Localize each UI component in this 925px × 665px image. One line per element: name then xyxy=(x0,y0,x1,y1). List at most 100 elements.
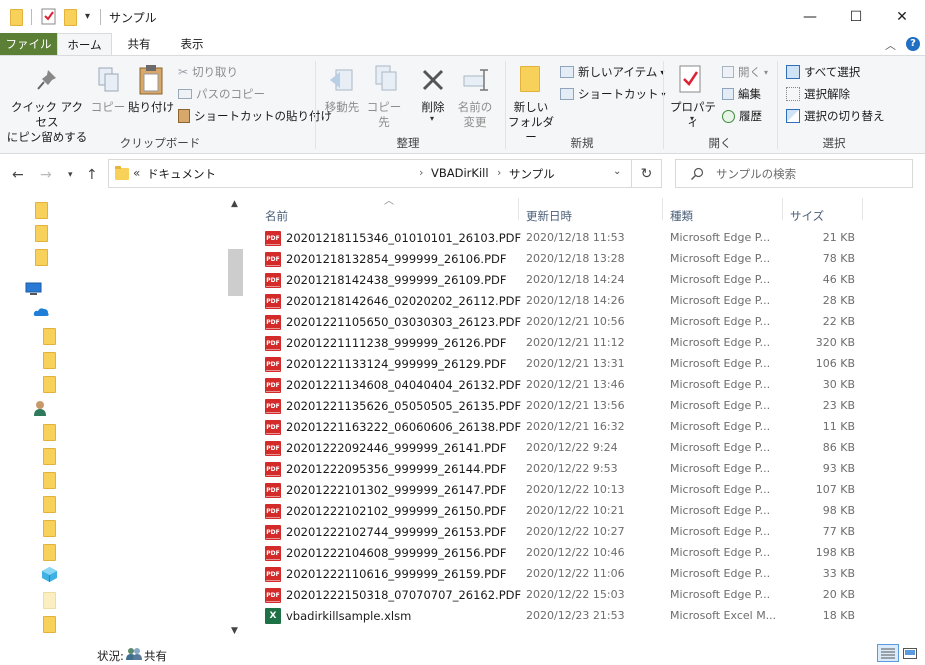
table-row[interactable]: PDF 20201222101302_999999_26147.PDF 2020/1… xyxy=(265,480,865,501)
folder-icon[interactable] xyxy=(43,376,56,396)
recent-locations-icon[interactable]: ▾ xyxy=(68,170,73,180)
pin-quick-access-button[interactable]: クイック アクセス にピン留めする xyxy=(6,100,88,145)
table-row[interactable]: PDF 20201221111238_999999_26126.PDF 2020/1… xyxy=(265,333,865,354)
onedrive-icon[interactable] xyxy=(33,306,50,320)
table-row[interactable]: PDF 20201222092446_999999_26141.PDF 2020/1… xyxy=(265,438,865,459)
delete-dropdown-icon[interactable]: ▾ xyxy=(430,114,434,123)
tab-file[interactable]: ファイル xyxy=(0,33,57,55)
new-item-button[interactable]: 新しいアイテム▾ xyxy=(560,64,664,80)
move-to-button[interactable]: 移動先 xyxy=(320,100,364,115)
column-header-type[interactable]: 種類 xyxy=(670,208,693,224)
folder-icon[interactable] xyxy=(43,448,56,468)
address-bar[interactable]: « ドキュメント › › VBADirKill › サンプル ⌄ xyxy=(108,159,632,188)
this-pc-icon[interactable] xyxy=(25,282,42,299)
tab-share[interactable]: 共有 xyxy=(117,33,161,55)
tab-view[interactable]: 表示 xyxy=(170,33,214,55)
folder-icon[interactable] xyxy=(43,496,56,516)
table-row[interactable]: PDF 20201221135626_05050505_26135.PDF 2020… xyxy=(265,396,865,417)
breadcrumb-separator-icon[interactable]: › xyxy=(497,166,501,179)
folder-icon[interactable] xyxy=(43,616,56,636)
breadcrumb-vbadirkill[interactable]: VBADirKill xyxy=(431,166,489,180)
table-row[interactable]: PDF 20201221133124_999999_26129.PDF 2020/1… xyxy=(265,354,865,375)
search-input[interactable] xyxy=(716,160,906,187)
column-divider[interactable] xyxy=(862,198,863,220)
forward-arrow-icon[interactable]: → xyxy=(40,167,52,183)
breadcrumb-separator-icon[interactable]: › xyxy=(207,166,211,179)
table-row[interactable]: PDF 20201218115346_01010101_26103.PDF 2020… xyxy=(265,228,865,249)
properties-dropdown-icon[interactable]: ▾ xyxy=(690,114,694,123)
open-button[interactable]: 開く ▾ xyxy=(722,64,768,80)
tab-home[interactable]: ホーム xyxy=(57,33,112,55)
maximize-button[interactable]: ☐ xyxy=(833,0,879,33)
scrollbar-thumb[interactable] xyxy=(228,249,243,296)
scroll-up-icon[interactable]: ▲ xyxy=(231,199,238,209)
breadcrumb-current[interactable]: サンプル xyxy=(509,166,555,182)
table-row[interactable]: Xvbadirkillsample.xlsm 2020/12/23 21:53 Mi… xyxy=(265,606,865,627)
table-row[interactable]: PDF 20201221105650_03030303_26123.PDF 2020… xyxy=(265,312,865,333)
column-header-size[interactable]: サイズ xyxy=(790,208,824,224)
copy-to-button[interactable]: コピー先 xyxy=(362,100,406,130)
copy-path-button[interactable]: パスのコピー xyxy=(178,86,265,102)
column-divider[interactable] xyxy=(518,198,519,220)
cut-button[interactable]: ✂ 切り取り xyxy=(178,64,238,80)
new-folder-quick-icon[interactable] xyxy=(64,9,77,29)
user-icon[interactable] xyxy=(33,400,47,419)
folder-icon[interactable] xyxy=(43,520,56,540)
folder-icon[interactable] xyxy=(43,424,56,444)
table-row[interactable]: PDF 20201221134608_04040404_26132.PDF 2020… xyxy=(265,375,865,396)
copy-button[interactable]: コピー xyxy=(88,100,128,115)
delete-button[interactable]: 削除 xyxy=(413,100,453,115)
3d-objects-icon[interactable] xyxy=(41,566,58,586)
edit-button[interactable]: 編集 xyxy=(722,86,761,102)
paste-shortcut-button[interactable]: ショートカットの貼り付け xyxy=(178,108,332,124)
easy-access-button[interactable]: ショートカット▾ xyxy=(560,86,666,102)
table-row[interactable]: PDF 20201221163222_06060606_26138.PDF 2020… xyxy=(265,417,865,438)
collapse-ribbon-icon[interactable]: ︿ xyxy=(885,37,896,53)
new-folder-button[interactable]: 新しい フォルダー xyxy=(505,100,557,145)
table-row[interactable]: PDF 20201222095356_999999_26144.PDF 2020/1… xyxy=(265,459,865,480)
back-arrow-icon[interactable]: ← xyxy=(12,167,24,183)
table-row[interactable]: PDF 20201222102744_999999_26153.PDF 2020/1… xyxy=(265,522,865,543)
properties-quick-icon[interactable] xyxy=(41,8,57,28)
close-button[interactable]: ✕ xyxy=(879,0,925,33)
column-divider[interactable] xyxy=(662,198,663,220)
table-row[interactable]: PDF 20201218132854_999999_26106.PDF 2020/1… xyxy=(265,249,865,270)
column-header-date[interactable]: 更新日時 xyxy=(526,208,572,224)
column-header-name[interactable]: 名前 xyxy=(265,208,288,224)
scroll-down-icon[interactable]: ▼ xyxy=(231,626,238,636)
folder-icon[interactable] xyxy=(35,225,48,245)
address-dropdown-icon[interactable]: ⌄ xyxy=(613,166,621,177)
breadcrumb-documents[interactable]: ドキュメント xyxy=(147,166,216,182)
folder-icon[interactable] xyxy=(43,592,56,612)
customize-quick-access-icon[interactable]: ▾ xyxy=(85,11,90,22)
table-row[interactable]: PDF 20201222104608_999999_26156.PDF 2020/1… xyxy=(265,543,865,564)
help-icon[interactable]: ? xyxy=(906,37,920,51)
column-divider[interactable] xyxy=(782,198,783,220)
breadcrumb-overflow[interactable]: « xyxy=(133,166,140,180)
select-all-button[interactable]: すべて選択 xyxy=(786,64,860,80)
large-icons-view-button[interactable] xyxy=(903,648,917,662)
refresh-button[interactable]: ↻ xyxy=(632,159,662,188)
folder-icon[interactable] xyxy=(43,352,56,372)
rename-button[interactable]: 名前の 変更 xyxy=(452,100,498,130)
search-box[interactable] xyxy=(675,159,913,188)
file-name: 20201222101302_999999_26147.PDF xyxy=(286,483,507,497)
table-row[interactable]: PDF 20201222110616_999999_26159.PDF 2020/1… xyxy=(265,564,865,585)
folder-icon[interactable] xyxy=(43,472,56,492)
folder-icon[interactable] xyxy=(43,544,56,564)
paste-button[interactable]: 貼り付け xyxy=(128,100,174,115)
folder-icon[interactable] xyxy=(35,202,48,222)
select-none-button[interactable]: 選択解除 xyxy=(786,86,850,102)
up-arrow-icon[interactable]: ↑ xyxy=(86,167,98,183)
folder-icon[interactable] xyxy=(43,328,56,348)
history-button[interactable]: 履歴 xyxy=(722,108,762,124)
table-row[interactable]: PDF 20201218142646_02020202_26112.PDF 2020… xyxy=(265,291,865,312)
breadcrumb-separator-icon[interactable]: › xyxy=(419,166,423,179)
invert-selection-button[interactable]: 選択の切り替え xyxy=(786,108,885,124)
folder-icon[interactable] xyxy=(35,249,48,269)
table-row[interactable]: PDF 20201222102102_999999_26150.PDF 2020/1… xyxy=(265,501,865,522)
table-row[interactable]: PDF 20201222150318_07070707_26162.PDF 2020… xyxy=(265,585,865,606)
minimize-button[interactable]: — xyxy=(787,0,833,33)
details-view-button[interactable] xyxy=(877,644,899,662)
table-row[interactable]: PDF 20201218142438_999999_26109.PDF 2020/1… xyxy=(265,270,865,291)
